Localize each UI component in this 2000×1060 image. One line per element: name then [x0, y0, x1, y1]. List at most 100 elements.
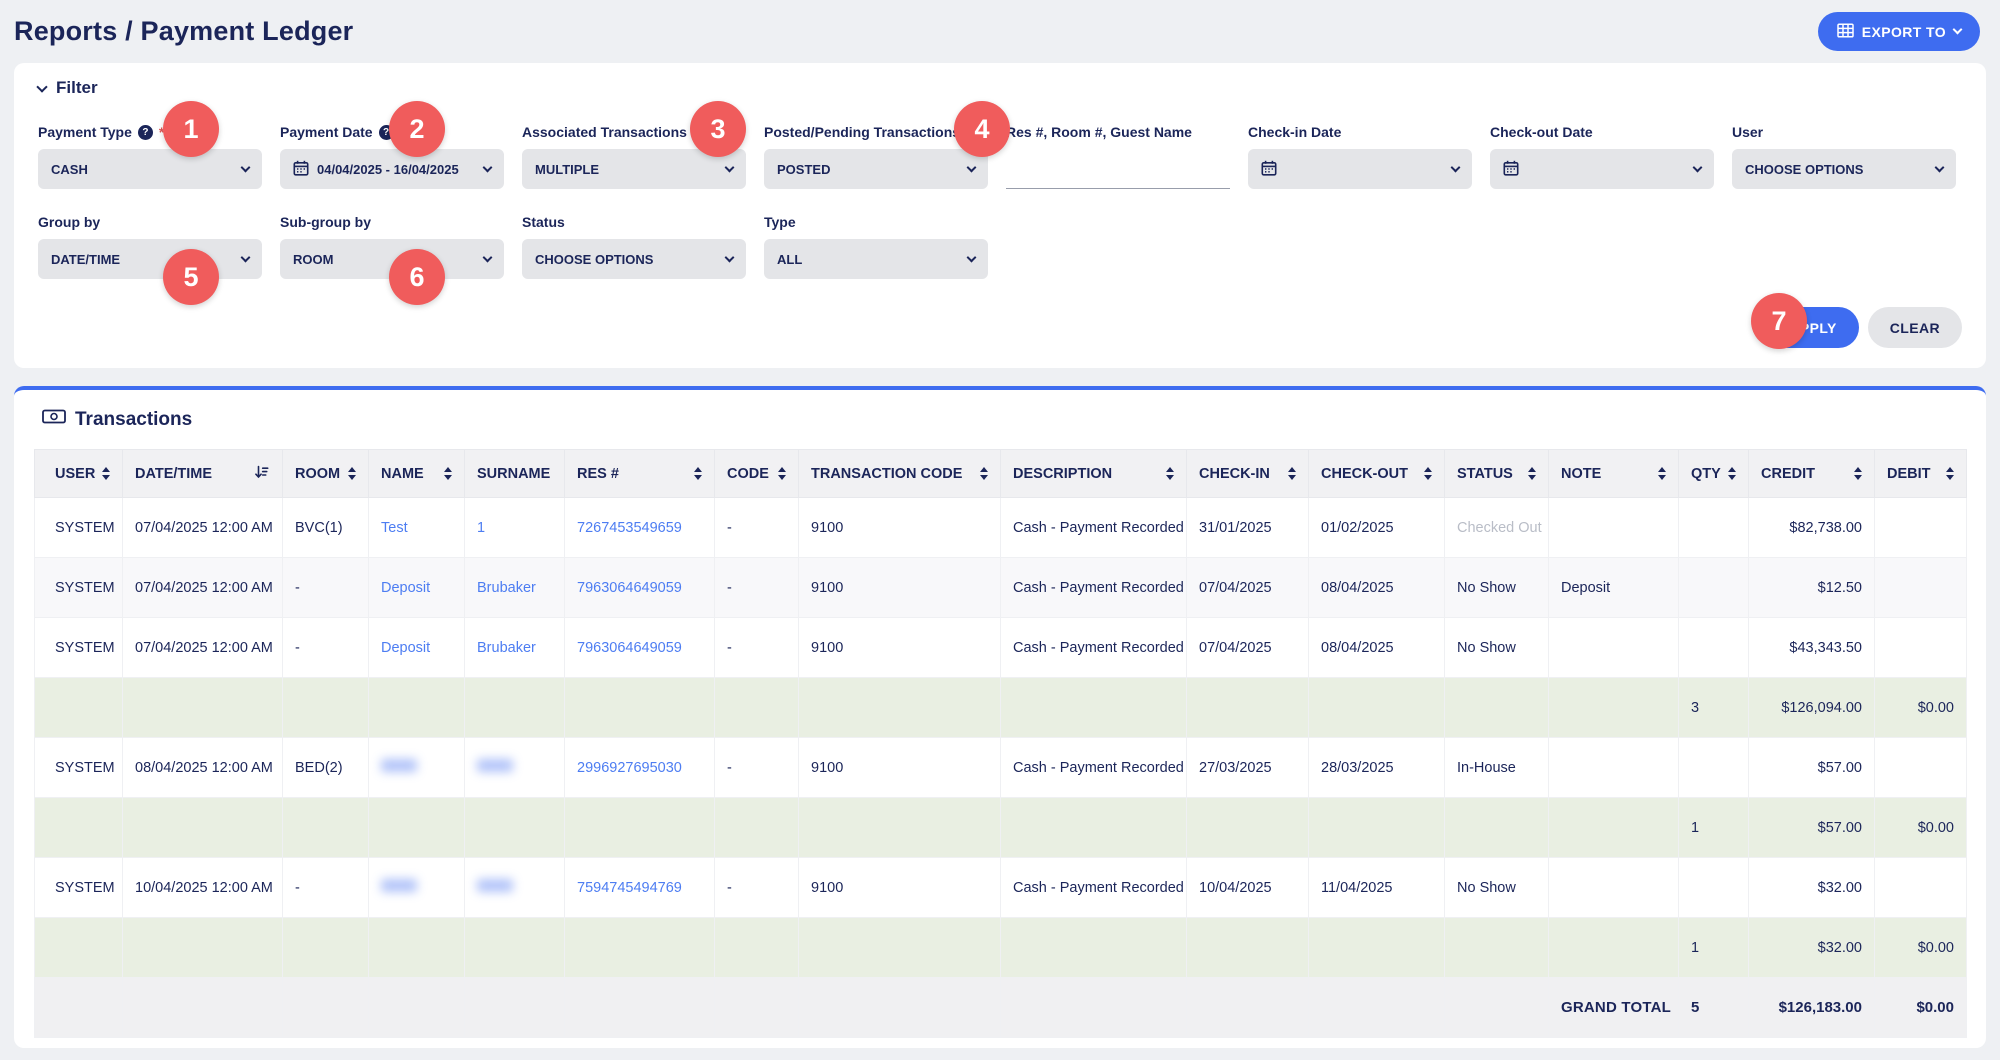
type-select[interactable]: ALL [764, 239, 988, 279]
cell-room: - [283, 618, 369, 678]
column-header-checkin[interactable]: CHECK-IN [1187, 450, 1309, 498]
column-header-qty[interactable]: QTY [1679, 450, 1749, 498]
cell-status [1445, 978, 1549, 1038]
res-link[interactable]: 7963064649059 [577, 580, 682, 596]
cell-code: - [715, 618, 799, 678]
status-label: Status [522, 213, 746, 231]
check-out-date-select[interactable] [1490, 149, 1714, 189]
column-header-user[interactable]: USER [35, 450, 123, 498]
payment-type-label: Payment Type?* [38, 123, 262, 141]
column-header-description[interactable]: DESCRIPTION [1001, 450, 1187, 498]
name-link[interactable]: Test [381, 520, 408, 536]
cell-txcode: 9100 [799, 558, 1001, 618]
surname-link[interactable]: Brubaker [477, 640, 536, 656]
cell-datetime: 07/04/2025 12:00 AM [123, 618, 283, 678]
res-link[interactable]: 2996927695030 [577, 760, 682, 776]
cell-res: 7267453549659 [565, 498, 715, 558]
name-link[interactable]: Deposit [381, 580, 430, 596]
cell-checkin: 10/04/2025 [1187, 858, 1309, 918]
check-in-date-select[interactable] [1248, 149, 1472, 189]
group-by-value: DATE/TIME [51, 252, 120, 267]
sub-group-by-select[interactable]: ROOM [280, 239, 504, 279]
cell-checkout: 08/04/2025 [1309, 558, 1445, 618]
cell-credit: $43,343.50 [1749, 618, 1875, 678]
filter-panel: Filter Payment Type?*CASHPayment Date?04… [14, 63, 1986, 368]
filter-row-2: Group byDATE/TIMESub-group byROOMStatusC… [38, 213, 1962, 279]
help-icon[interactable]: ? [138, 125, 153, 140]
res-link[interactable]: 7594745494769 [577, 880, 682, 896]
name-link[interactable]: Deposit [381, 640, 430, 656]
cell-txcode: 9100 [799, 618, 1001, 678]
cell-res [565, 678, 715, 738]
table-row: SYSTEM07/04/2025 12:00 AM-DepositBrubake… [35, 618, 1967, 678]
cell-checkout: 08/04/2025 [1309, 618, 1445, 678]
sort-icon [1288, 467, 1296, 480]
help-icon[interactable]: ? [379, 125, 394, 140]
payment-type-value: CASH [51, 162, 88, 177]
sort-icon [694, 467, 702, 480]
cell-name [369, 738, 465, 798]
table-header-row: USERDATE/TIMEROOMNAMESURNAMERES #CODETRA… [35, 450, 1967, 498]
cell-res: 2996927695030 [565, 738, 715, 798]
cell-qty [1679, 618, 1749, 678]
sort-icon [1854, 467, 1862, 480]
associated-transactions-select[interactable]: MULTIPLE [522, 149, 746, 189]
cell-checkout: 01/02/2025 [1309, 498, 1445, 558]
status-select[interactable]: CHOOSE OPTIONS [522, 239, 746, 279]
cell-code [715, 798, 799, 858]
cell-surname [465, 858, 565, 918]
group-by-select[interactable]: DATE/TIME [38, 239, 262, 279]
cell-checkin [1187, 798, 1309, 858]
column-header-datetime[interactable]: DATE/TIME [123, 450, 283, 498]
cell-status [1445, 678, 1549, 738]
subtotal-row: 1$57.00$0.00 [35, 798, 1967, 858]
cell-note: Deposit [1549, 558, 1679, 618]
filter-field-user: UserCHOOSE OPTIONS [1732, 123, 1956, 189]
surname-link[interactable]: 1 [477, 520, 485, 536]
cell-debit [1875, 558, 1967, 618]
posted-pending-transactions-select[interactable]: POSTED [764, 149, 988, 189]
column-header-status[interactable]: STATUS [1445, 450, 1549, 498]
filter-collapse-toggle[interactable]: Filter [38, 77, 98, 99]
cell-room: BED(2) [283, 738, 369, 798]
cell-note [1549, 798, 1679, 858]
cell-surname [465, 798, 565, 858]
column-header-credit[interactable]: CREDIT [1749, 450, 1875, 498]
res-link[interactable]: 7963064649059 [577, 640, 682, 656]
res-link[interactable]: 7267453549659 [577, 520, 682, 536]
chevron-down-icon [36, 81, 47, 92]
cell-name [369, 918, 465, 978]
column-header-checkout[interactable]: CHECK-OUT [1309, 450, 1445, 498]
payment-type-select[interactable]: CASH [38, 149, 262, 189]
res-room-guest-input[interactable] [1006, 149, 1230, 189]
column-header-res[interactable]: RES # [565, 450, 715, 498]
table-row: SYSTEM08/04/2025 12:00 AMBED(2)299692769… [35, 738, 1967, 798]
column-header-note[interactable]: NOTE [1549, 450, 1679, 498]
column-header-code[interactable]: CODE [715, 450, 799, 498]
filter-field-check-in-date: Check-in Date [1248, 123, 1472, 189]
payment-date-select[interactable]: 04/04/2025 - 16/04/2025 [280, 149, 504, 189]
filter-field-sub-group-by: Sub-group byROOM [280, 213, 504, 279]
column-header-room[interactable]: ROOM [283, 450, 369, 498]
transactions-table: USERDATE/TIMEROOMNAMESURNAMERES #CODETRA… [34, 449, 1967, 1038]
cell-note [1549, 918, 1679, 978]
column-header-name[interactable]: NAME [369, 450, 465, 498]
surname-link[interactable]: Brubaker [477, 580, 536, 596]
column-header-debit[interactable]: DEBIT [1875, 450, 1967, 498]
column-header-surname[interactable]: SURNAME [465, 450, 565, 498]
cell-debit [1875, 858, 1967, 918]
cell-datetime [123, 918, 283, 978]
table-row: SYSTEM10/04/2025 12:00 AM-7594745494769-… [35, 858, 1967, 918]
cell-name [369, 798, 465, 858]
sort-icon [1528, 467, 1536, 480]
cell-checkout [1309, 918, 1445, 978]
cell-debit [1875, 618, 1967, 678]
clear-button[interactable]: CLEAR [1868, 307, 1962, 348]
subtotal-row: 3$126,094.00$0.00 [35, 678, 1967, 738]
export-to-button[interactable]: EXPORT TO [1818, 12, 1980, 51]
column-header-txcode[interactable]: TRANSACTION CODE [799, 450, 1001, 498]
cell-txcode [799, 978, 1001, 1038]
transactions-panel: Transactions USERDATE/TIMEROOMNAMESURNAM… [14, 386, 1986, 1048]
user-select[interactable]: CHOOSE OPTIONS [1732, 149, 1956, 189]
apply-button[interactable]: APPLY [1767, 307, 1858, 348]
